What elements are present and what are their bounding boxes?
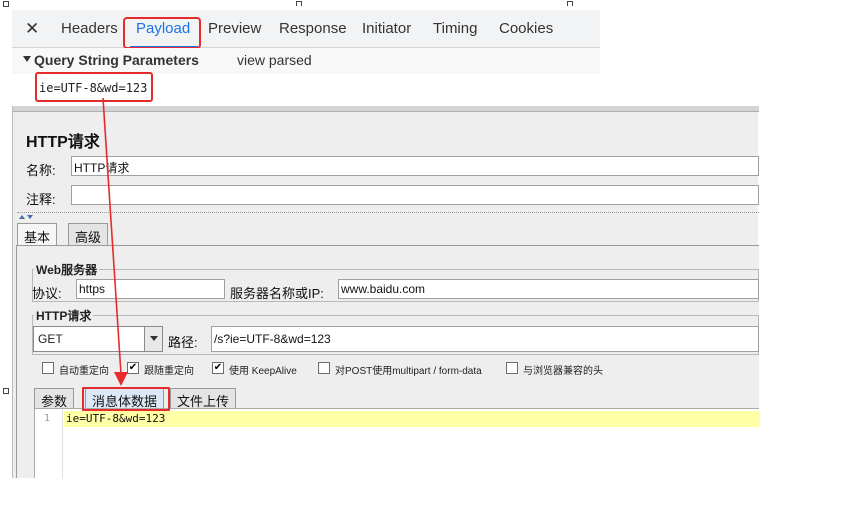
- checkbox-box-checked[interactable]: ✔: [212, 362, 224, 374]
- split-down-arrow-icon[interactable]: [27, 215, 33, 219]
- server-field[interactable]: www.baidu.com: [338, 279, 759, 299]
- annotation-box-body-data-tab: [82, 387, 170, 411]
- protocol-label: 协议:: [32, 286, 62, 301]
- tab-cookies[interactable]: Cookies: [499, 20, 553, 37]
- body-data-text[interactable]: ie=UTF-8&wd=123: [66, 412, 165, 425]
- subtab-file-upload[interactable]: 文件上传: [170, 388, 237, 409]
- body-data-editor[interactable]: 1 ie=UTF-8&wd=123: [34, 408, 760, 479]
- resize-handle-top-left[interactable]: [3, 1, 9, 7]
- query-string-section-header[interactable]: Query String Parameters view parsed: [12, 48, 600, 74]
- current-line-highlight: [64, 411, 760, 427]
- devtools-tab-bar: ✕ Headers Payload Preview Response Initi…: [12, 10, 600, 49]
- close-icon[interactable]: ✕: [25, 19, 39, 39]
- tab-initiator[interactable]: Initiator: [362, 20, 411, 37]
- server-label: 服务器名称或IP:: [230, 286, 324, 301]
- checkbox-label: 使用 KeepAlive: [229, 366, 297, 377]
- section-title: Query String Parameters: [34, 52, 199, 68]
- line-number-gutter: 1: [35, 409, 63, 479]
- subtab-parameters[interactable]: 参数: [34, 388, 75, 409]
- checkbox-label: 对POST使用multipart / form-data: [335, 366, 482, 377]
- checkbox-box[interactable]: [318, 362, 330, 374]
- splitter[interactable]: [17, 212, 759, 219]
- checkbox-box-checked[interactable]: ✔: [127, 362, 139, 374]
- web-server-group-title: Web服务器: [34, 261, 100, 278]
- tab-response[interactable]: Response: [279, 20, 347, 37]
- view-parsed-link[interactable]: view parsed: [237, 52, 312, 68]
- tab-headers[interactable]: Headers: [61, 20, 118, 37]
- jmeter-http-request-panel: HTTP请求 名称: HTTP请求 注释: 基本 高级 Web服务器 协议: h…: [12, 106, 760, 479]
- checkbox-box[interactable]: [506, 362, 518, 374]
- method-select[interactable]: GET: [33, 326, 163, 352]
- path-label: 路径:: [168, 335, 198, 350]
- name-field[interactable]: HTTP请求: [71, 156, 759, 176]
- resize-handle-left-mid[interactable]: [3, 388, 9, 394]
- tab-basic[interactable]: 基本: [17, 223, 58, 245]
- annotation-box-payload-tab: [123, 17, 201, 49]
- tab-timing[interactable]: Timing: [433, 20, 477, 37]
- line-number: 1: [44, 413, 51, 424]
- checkbox-box[interactable]: [42, 362, 54, 374]
- protocol-field[interactable]: https: [76, 279, 225, 299]
- annotation-box-query-string: [35, 72, 153, 102]
- devtools-network-panel: ✕ Headers Payload Preview Response Initi…: [12, 6, 600, 106]
- checkbox-label: 与浏览器兼容的头: [523, 366, 603, 377]
- method-value: GET: [38, 332, 63, 346]
- comment-label: 注释:: [26, 192, 56, 207]
- collapse-triangle-icon[interactable]: [23, 56, 31, 62]
- split-up-arrow-icon[interactable]: [19, 215, 25, 219]
- method-dropdown-button[interactable]: [144, 327, 162, 351]
- tab-advanced[interactable]: 高级: [68, 223, 109, 245]
- chevron-down-icon: [150, 336, 158, 341]
- http-request-group-title: HTTP请求: [34, 307, 94, 324]
- checkbox-label: 自动重定向: [59, 366, 109, 377]
- top-toolbar-strip: [13, 106, 759, 112]
- panel-title: HTTP请求: [26, 134, 100, 151]
- comment-field[interactable]: [71, 185, 759, 205]
- tab-preview[interactable]: Preview: [208, 20, 261, 37]
- checkbox-label: 跟随重定向: [144, 366, 194, 377]
- path-field[interactable]: /s?ie=UTF-8&wd=123: [211, 326, 759, 352]
- name-label: 名称:: [26, 163, 56, 178]
